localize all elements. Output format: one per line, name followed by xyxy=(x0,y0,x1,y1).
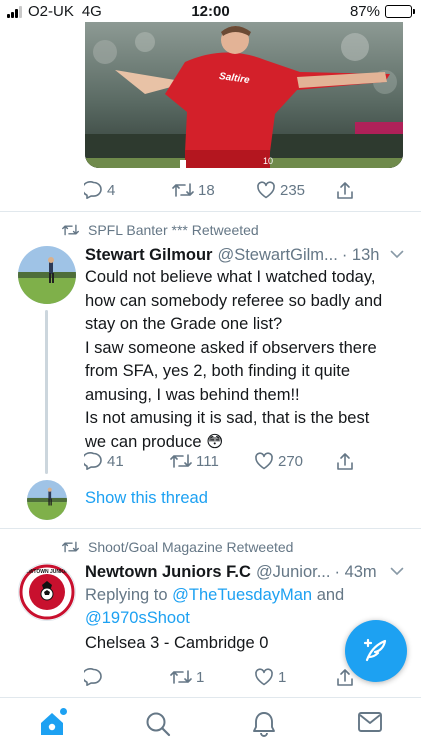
avatar[interactable]: NEWTOWN JUNIORS xyxy=(18,563,76,621)
tweet-2-actions: 41 111 270 xyxy=(84,452,404,472)
tweet-time: · 13h xyxy=(341,246,380,264)
retweeted-by-label: Shoot/Goal Magazine Retweeted xyxy=(88,539,294,555)
replying-to-prefix: Replying to xyxy=(85,586,168,604)
tweet-line: stay on the Grade one list? xyxy=(85,315,283,333)
tab-notifications[interactable] xyxy=(252,711,276,743)
divider xyxy=(0,528,421,529)
like-count: 1 xyxy=(278,668,287,686)
retweet-icon xyxy=(172,183,194,197)
retweet-button[interactable]: 18 xyxy=(172,181,215,199)
replying-to: Replying to @TheTuesdayMan and @1970sSho… xyxy=(85,584,385,630)
tweet-1-actions: 4 18 235 xyxy=(84,181,404,201)
like-button[interactable]: 1 xyxy=(254,668,286,686)
share-button[interactable] xyxy=(336,452,358,471)
tweet-time: · 43m xyxy=(334,563,377,581)
heart-icon xyxy=(257,181,275,199)
new-content-dot xyxy=(60,708,67,715)
reply-icon xyxy=(84,181,102,199)
svg-text:10: 10 xyxy=(263,156,273,166)
reply-icon xyxy=(84,452,102,470)
share-icon xyxy=(337,182,353,199)
mention-link[interactable]: @1970sShoot xyxy=(85,609,190,627)
retweet-button[interactable]: 1 xyxy=(170,668,204,686)
heart-icon xyxy=(255,452,273,470)
like-count: 270 xyxy=(278,452,304,470)
tweet-line: Is not amusing it is sad, that is the be… xyxy=(85,409,370,427)
compose-tweet-button[interactable] xyxy=(345,620,407,682)
author-name[interactable]: Stewart Gilmour xyxy=(85,246,212,265)
tweet-line: Could not believe what I watched today, xyxy=(85,268,376,286)
messages-envelope-icon xyxy=(358,712,382,732)
reply-icon xyxy=(84,668,102,686)
retweet-count: 111 xyxy=(196,452,219,470)
author-handle[interactable]: @StewartGilm... xyxy=(217,246,337,265)
club-crest-avatar: NEWTOWN JUNIORS xyxy=(19,564,75,620)
retweet-icon xyxy=(62,541,79,553)
tab-messages[interactable] xyxy=(357,711,383,738)
avatar[interactable] xyxy=(18,246,76,304)
status-bar: O2-UK 4G 12:00 87% xyxy=(0,0,421,22)
like-button[interactable]: 235 xyxy=(256,181,305,199)
author-handle[interactable]: @Junior... xyxy=(256,563,331,582)
retweet-icon xyxy=(170,454,192,468)
tweet-header: Stewart Gilmour @StewartGilm... · 13h xyxy=(85,246,379,265)
chevron-down-icon[interactable] xyxy=(390,250,404,259)
tweet-line: we can produce 😳 xyxy=(85,432,224,451)
tweet-media-image[interactable]: 10 Saltire xyxy=(85,22,403,168)
golfer-avatar-image xyxy=(27,480,67,520)
battery-icon xyxy=(385,5,415,18)
share-icon xyxy=(337,453,353,470)
reply-button[interactable]: 41 xyxy=(84,452,124,470)
retweet-count: 1 xyxy=(196,668,205,686)
compose-feather-icon xyxy=(363,638,387,662)
tweet-header: Newtown Juniors F.C @Junior... · 43m xyxy=(85,563,377,582)
retweet-icon xyxy=(170,670,192,684)
tweet-line: how can somebody referee so badly and xyxy=(85,291,383,310)
status-right: 87% xyxy=(349,3,415,20)
battery-percent: 87% xyxy=(349,3,380,20)
search-icon xyxy=(146,712,171,737)
divider xyxy=(0,211,421,212)
thread-connector xyxy=(45,310,48,474)
tab-home[interactable] xyxy=(38,708,67,742)
show-thread-link[interactable]: Show this thread xyxy=(85,489,208,508)
retweeted-by-label: SPFL Banter *** Retweeted xyxy=(88,222,259,238)
tweet-line: amusing, I was behind them!! xyxy=(85,385,300,404)
retweet-icon xyxy=(62,224,79,236)
avatar-small[interactable] xyxy=(27,480,67,520)
reply-count: 4 xyxy=(107,181,116,199)
tweet-line: from SFA, yes 2, both finding it quite xyxy=(85,362,351,380)
retweet-context[interactable]: SPFL Banter *** Retweeted xyxy=(62,222,259,238)
mention-link[interactable]: @TheTuesdayMan xyxy=(172,586,312,604)
chevron-down-icon[interactable] xyxy=(390,567,404,576)
retweet-button[interactable]: 111 xyxy=(170,452,219,470)
reply-button[interactable]: 4 xyxy=(84,181,115,199)
tweet-body: Could not believe what I watched today, … xyxy=(85,266,405,454)
retweet-context[interactable]: Shoot/Goal Magazine Retweeted xyxy=(62,539,293,555)
tweet-line: I saw someone asked if observers there xyxy=(85,338,377,357)
replying-to-and: and xyxy=(316,586,345,604)
reply-button[interactable] xyxy=(84,668,107,686)
retweet-count: 18 xyxy=(198,181,215,199)
like-button[interactable]: 270 xyxy=(254,452,303,470)
bottom-tab-bar xyxy=(0,697,421,750)
notifications-bell-icon xyxy=(253,712,275,737)
football-celebration-photo: 10 xyxy=(85,22,403,168)
heart-icon xyxy=(255,668,273,686)
author-name[interactable]: Newtown Juniors F.C xyxy=(85,563,251,582)
like-count: 235 xyxy=(280,181,306,199)
golfer-avatar-image xyxy=(18,246,76,304)
share-button[interactable] xyxy=(336,181,358,200)
crest-text: NEWTOWN JUNIORS xyxy=(22,569,73,575)
reply-count: 41 xyxy=(107,452,124,470)
tab-search[interactable] xyxy=(145,711,171,742)
tweet-body: Chelsea 3 - Cambridge 0 xyxy=(85,634,269,652)
